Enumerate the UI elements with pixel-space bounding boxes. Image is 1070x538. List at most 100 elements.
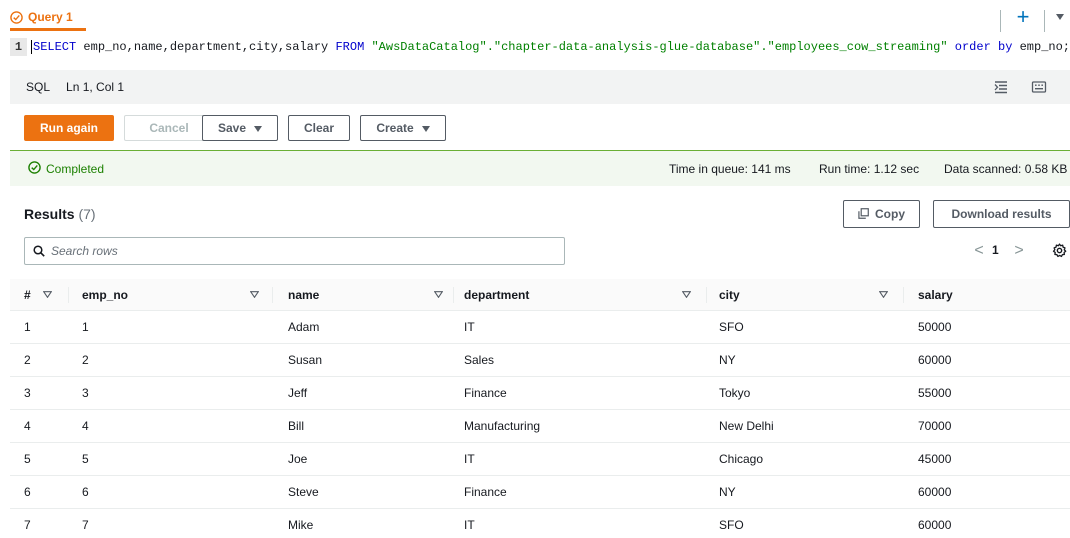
caret-down-icon (254, 125, 263, 132)
sql-keyword: SELECT (33, 40, 77, 55)
copy-button[interactable]: Copy (843, 200, 920, 228)
sort-icon[interactable] (879, 291, 888, 298)
query-tab-bar: Query 1 + (0, 0, 1070, 36)
data-scanned: Data scanned: 0.58 KB (944, 162, 1067, 176)
cell-department: Finance (464, 386, 507, 400)
cell-name: Mike (288, 518, 314, 532)
column-divider (903, 287, 904, 303)
cell-emp-no: 1 (82, 320, 89, 334)
cell-name: Steve (288, 485, 319, 499)
new-tab-button[interactable]: + (1012, 6, 1034, 30)
table-row[interactable]: 2 2 Susan Sales NY 60000 (10, 344, 1070, 377)
metric-value: 0.58 KB (1024, 162, 1068, 176)
sql-keyword: order by (954, 40, 1013, 55)
text-cursor (31, 39, 32, 54)
table-row[interactable]: 4 4 Bill Manufacturing New Delhi 70000 (10, 410, 1070, 443)
cell-salary: 55000 (918, 386, 952, 400)
sql-editor[interactable]: 1 SELECT emp_no,name,department,city,sal… (10, 38, 1070, 56)
cell-name: Joe (288, 452, 308, 466)
results-count: (7) (78, 206, 96, 222)
cell-department: Finance (464, 485, 507, 499)
download-results-button[interactable]: Download results (933, 200, 1070, 228)
cell-salary: 60000 (918, 353, 952, 367)
cell-emp-no: 5 (82, 452, 89, 466)
caret-down-icon (421, 125, 430, 132)
search-rows-field[interactable] (24, 237, 565, 265)
column-header-emp-no[interactable]: emp_no (82, 279, 128, 310)
table-row[interactable]: 1 1 Adam IT SFO 50000 (10, 311, 1070, 344)
cell-salary: 50000 (918, 320, 952, 334)
check-circle-icon (28, 161, 41, 174)
column-divider (272, 287, 273, 303)
run-time: Run time: 1.12 sec (819, 162, 919, 176)
sql-order-column: emp_no; (1012, 40, 1070, 55)
column-divider (706, 287, 707, 303)
cell-salary: 60000 (918, 518, 952, 532)
sort-icon[interactable] (682, 291, 691, 298)
cell-index: 1 (24, 320, 31, 334)
table-body: 1 1 Adam IT SFO 50000 2 2 Susan Sales NY 60000 3 3 Jef… (10, 311, 1070, 538)
keyboard-icon[interactable] (1030, 78, 1048, 96)
divider (1044, 10, 1045, 32)
save-button[interactable]: Save (202, 115, 278, 141)
tab-query-1[interactable]: Query 1 (10, 6, 73, 36)
results-title: Results (24, 206, 75, 222)
column-header-city[interactable]: city (719, 279, 740, 310)
search-rows-input[interactable] (51, 238, 551, 264)
language-label: SQL (26, 80, 51, 94)
execution-state: Completed (46, 162, 105, 176)
cell-department: Sales (464, 353, 495, 367)
check-circle-icon (10, 11, 23, 24)
cell-name: Jeff (288, 386, 308, 400)
metric-label: Run time: (819, 162, 871, 176)
next-page-button[interactable]: > (1012, 242, 1026, 260)
column-header-department[interactable]: department (464, 279, 529, 310)
caret-down-icon[interactable] (1056, 14, 1064, 20)
cell-index: 5 (24, 452, 31, 466)
format-query-icon[interactable] (992, 78, 1010, 96)
column-header-name[interactable]: name (288, 279, 319, 310)
create-button[interactable]: Create (360, 115, 446, 141)
metric-label: Data scanned: (944, 162, 1022, 176)
table-row[interactable]: 7 7 Mike IT SFO 60000 (10, 509, 1070, 538)
results-table: # emp_no name department city salary 1 1 A… (10, 279, 1070, 538)
table-row[interactable]: 5 5 Joe IT Chicago 45000 (10, 443, 1070, 476)
cell-salary: 60000 (918, 485, 952, 499)
cell-index: 6 (24, 485, 31, 499)
copy-button-label: Copy (875, 207, 905, 221)
cell-emp-no: 6 (82, 485, 89, 499)
sql-table-reference: "AwsDataCatalog"."chapter-data-analysis-… (371, 40, 948, 55)
cell-index: 4 (24, 419, 31, 433)
cell-name: Bill (288, 419, 305, 433)
clear-button[interactable]: Clear (288, 115, 350, 141)
cell-salary: 70000 (918, 419, 952, 433)
table-row[interactable]: 6 6 Steve Finance NY 60000 (10, 476, 1070, 509)
sort-icon[interactable] (250, 291, 259, 298)
cell-department: IT (464, 320, 475, 334)
sort-icon[interactable] (43, 291, 52, 298)
gear-icon[interactable] (1052, 243, 1067, 258)
sql-columns: emp_no,name,department,city,salary (76, 40, 336, 55)
line-number: 1 (10, 38, 27, 56)
editor-status-bar: SQL Ln 1, Col 1 (10, 70, 1070, 104)
divider (1000, 10, 1001, 32)
column-header-index: # (24, 288, 31, 302)
metric-label: Time in queue: (669, 162, 748, 176)
search-icon (33, 245, 45, 257)
table-header: # emp_no name department city salary (10, 279, 1070, 311)
sort-icon[interactable] (434, 291, 443, 298)
cell-salary: 45000 (918, 452, 952, 466)
sql-keyword: FROM (335, 40, 365, 55)
pagination: < 1 > (972, 240, 1070, 262)
cancel-button[interactable]: Cancel (124, 115, 214, 141)
column-header-salary[interactable]: salary (918, 279, 953, 310)
column-divider (68, 287, 69, 303)
previous-page-button[interactable]: < (972, 242, 986, 260)
sql-code-line[interactable]: SELECT emp_no,name,department,city,salar… (27, 39, 1070, 55)
run-again-button[interactable]: Run again (24, 115, 114, 141)
cell-department: IT (464, 452, 475, 466)
cell-index: 2 (24, 353, 31, 367)
table-row[interactable]: 3 3 Jeff Finance Tokyo 55000 (10, 377, 1070, 410)
current-page[interactable]: 1 (992, 243, 999, 257)
cell-city: Tokyo (719, 386, 751, 400)
